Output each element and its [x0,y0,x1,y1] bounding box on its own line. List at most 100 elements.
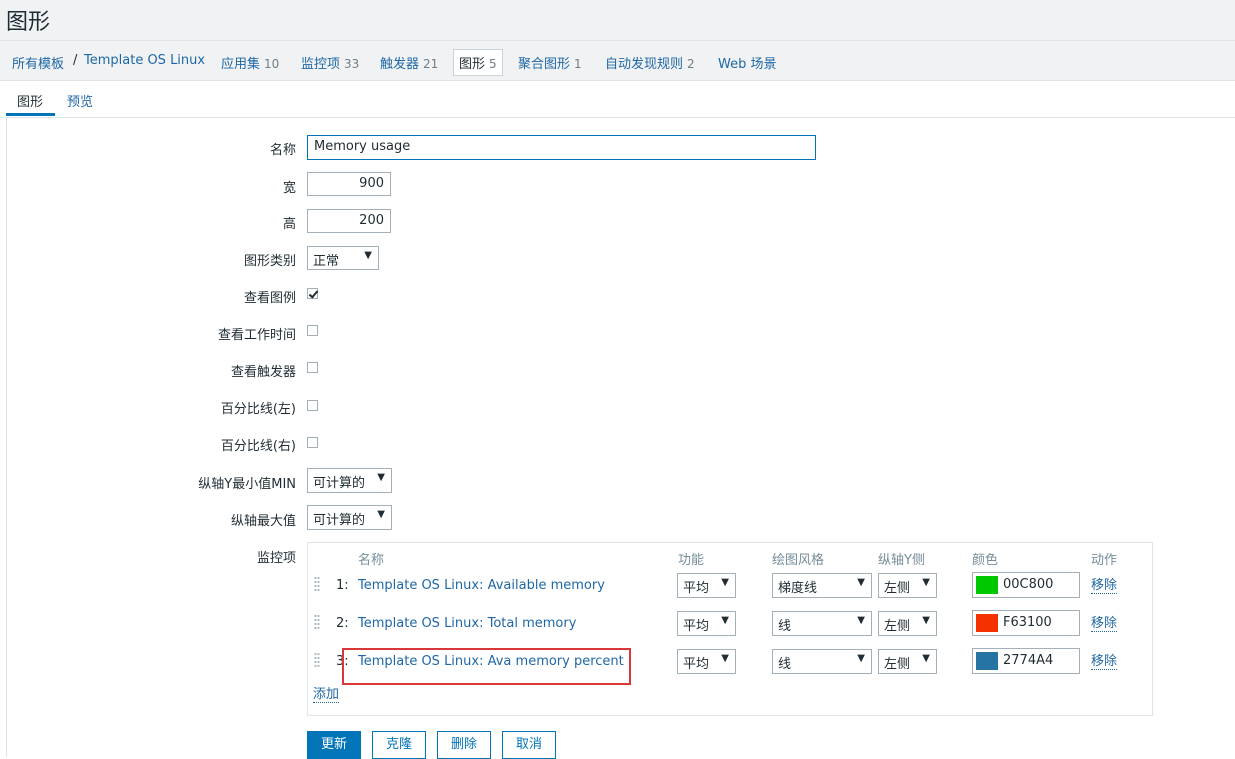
title-bar: 图形 [0,0,1235,41]
graph-type-select[interactable]: 正常 ▼ [307,246,379,270]
tab-graphs-count: 5 [489,57,497,71]
function-value: 平均 [683,619,710,634]
draw-style-select[interactable]: 线 ▼ [772,611,872,636]
header-y-axis-side: 纵轴Y侧 [878,553,925,568]
draw-style-select[interactable]: 梯度线 ▼ [772,573,872,598]
drag-handle-icon[interactable] [314,576,320,592]
add-item-link[interactable]: 添加 [313,687,340,703]
tab-triggers-label: 触发器 [380,57,420,72]
delete-button[interactable]: 删除 [437,731,491,759]
y-axis-side-value: 左侧 [884,619,911,634]
tab-applications[interactable]: 应用集 10 [221,53,279,72]
remove-link[interactable]: 移除 [1091,616,1118,632]
header-draw-style: 绘图风格 [772,553,825,568]
breadcrumb-all-templates[interactable]: 所有模板 [12,53,64,72]
tab-applications-count: 10 [264,57,280,71]
percentile-right-label: 百分比线(右) [220,439,296,454]
subtabs: 图形 预览 [0,81,1235,118]
function-select[interactable]: 平均 ▼ [677,573,736,598]
width-input[interactable]: 900 [307,172,391,196]
y-axis-side-select[interactable]: 左侧 ▼ [878,573,937,598]
dropdown-arrow-icon: ▼ [857,653,865,664]
height-input[interactable]: 200 [307,209,391,233]
percentile-right-checkbox[interactable] [307,437,318,448]
header-action: 动作 [1091,553,1118,568]
y-axis-side-select[interactable]: 左侧 ▼ [878,611,937,636]
tab-applications-label: 应用集 [221,57,261,72]
tab-discovery-rules[interactable]: 自动发现规则 2 [605,53,695,72]
ymin-value: 可计算的 [313,476,366,491]
y-axis-side-select[interactable]: 左侧 ▼ [878,649,937,674]
dropdown-arrow-icon: ▼ [922,615,930,626]
y-axis-side-value: 左侧 [884,581,911,596]
tab-screens-label: 聚合图形 [518,57,571,72]
tab-triggers[interactable]: 触发器 21 [380,53,438,72]
tab-web-scenarios-label: Web 场景 [718,57,777,72]
items-table: 名称 功能 绘图风格 纵轴Y侧 颜色 动作 1: Template OS Lin… [307,542,1153,716]
function-select[interactable]: 平均 ▼ [677,649,736,674]
ymin-select[interactable]: 可计算的 ▼ [307,468,392,493]
function-value: 平均 [683,657,710,672]
update-button[interactable]: 更新 [307,731,361,759]
breadcrumb-template[interactable]: Template OS Linux [84,53,205,68]
highlight-annotation [342,648,631,685]
tab-screens-count: 1 [574,57,582,71]
dropdown-arrow-icon: ▼ [377,472,385,483]
remove-link[interactable]: 移除 [1091,578,1118,594]
tab-items-count: 33 [344,57,360,71]
tab-graphs-label: 图形 [459,57,486,72]
subtab-graph[interactable]: 图形 [17,91,43,110]
color-value[interactable]: 2774A4 [1003,653,1053,668]
y-axis-side-value: 左侧 [884,657,911,672]
tab-web-scenarios[interactable]: Web 场景 [718,53,776,72]
color-swatch[interactable] [976,576,998,594]
show-legend-checkbox[interactable] [307,288,318,299]
function-select[interactable]: 平均 ▼ [677,611,736,636]
header-color: 颜色 [972,553,999,568]
items-label: 监控项 [256,551,296,566]
dropdown-arrow-icon: ▼ [922,653,930,664]
percentile-left-label: 百分比线(左) [220,402,296,417]
draw-style-select[interactable]: 线 ▼ [772,649,872,674]
graph-type-value: 正常 [313,254,340,269]
name-label: 名称 [269,143,296,158]
drag-handle-icon[interactable] [314,652,320,668]
subtab-preview[interactable]: 预览 [67,91,93,110]
tab-triggers-count: 21 [423,57,439,71]
tab-items[interactable]: 监控项 33 [301,53,359,72]
tab-graphs[interactable]: 图形 5 [453,49,503,76]
color-value[interactable]: F63100 [1003,615,1052,630]
drag-handle-icon[interactable] [314,614,320,630]
draw-style-value: 线 [778,657,792,672]
cancel-button[interactable]: 取消 [502,731,556,759]
color-swatch[interactable] [976,652,998,670]
item-link[interactable]: Template OS Linux: Total memory [358,616,576,631]
ymax-select[interactable]: 可计算的 ▼ [307,505,392,530]
color-picker[interactable]: 2774A4 [972,648,1080,674]
show-working-time-checkbox[interactable] [307,325,318,336]
color-value[interactable]: 00C800 [1003,577,1053,592]
tab-items-label: 监控项 [301,57,341,72]
item-link[interactable]: Template OS Linux: Available memory [358,578,605,593]
header-name: 名称 [358,553,385,568]
tab-discovery-rules-label: 自动发现规则 [605,57,684,72]
show-triggers-checkbox[interactable] [307,362,318,373]
color-picker[interactable]: F63100 [972,610,1080,636]
dropdown-arrow-icon: ▼ [364,250,372,261]
dropdown-arrow-icon: ▼ [922,577,930,588]
dropdown-arrow-icon: ▼ [721,615,729,626]
name-input[interactable]: Memory usage [307,135,816,160]
clone-button[interactable]: 克隆 [372,731,426,759]
percentile-left-checkbox[interactable] [307,400,318,411]
ymin-label: 纵轴Y最小值MIN [198,477,296,492]
dropdown-arrow-icon: ▼ [721,653,729,664]
tab-discovery-rules-count: 2 [687,57,695,71]
remove-link[interactable]: 移除 [1091,654,1118,670]
color-picker[interactable]: 00C800 [972,572,1080,598]
tab-screens[interactable]: 聚合图形 1 [518,53,582,72]
color-swatch[interactable] [976,614,998,632]
show-legend-label: 查看图例 [243,291,296,306]
dropdown-arrow-icon: ▼ [857,577,865,588]
width-label: 宽 [282,181,296,196]
draw-style-value: 线 [778,619,792,634]
